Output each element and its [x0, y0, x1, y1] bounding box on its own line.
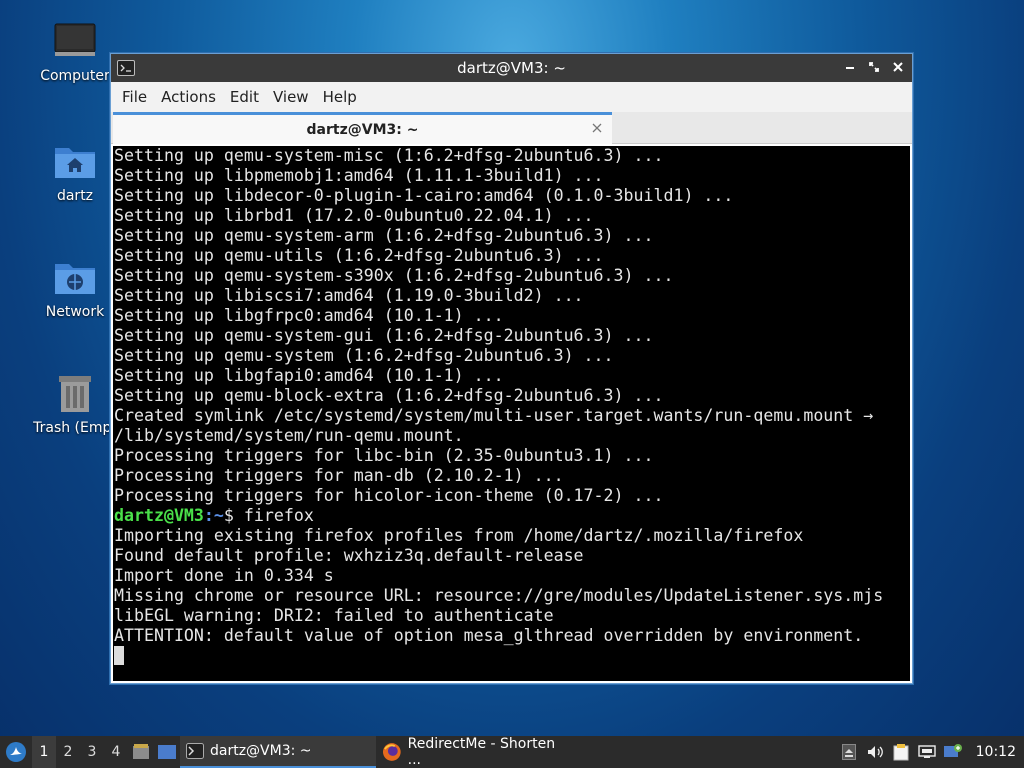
volume-button[interactable] — [862, 736, 888, 768]
task-label: RedirectMe - Shorten ... — [407, 736, 556, 768]
minimize-icon — [846, 67, 854, 69]
trash-icon — [53, 372, 97, 416]
tab-label: dartz@VM3: ~ — [306, 121, 419, 138]
terminal-line: ATTENTION: default value of option mesa_… — [114, 626, 864, 645]
terminal-line: Setting up libpmemobj1:amd64 (1.11.1-3bu… — [114, 166, 604, 185]
file-manager-launcher[interactable] — [128, 736, 154, 768]
terminal-line: Setting up libgfapi0:amd64 (10.1-1) ... — [114, 366, 504, 385]
tab-terminal[interactable]: dartz@VM3: ~ — [113, 112, 612, 144]
firefox-icon — [382, 743, 401, 761]
terminal-line: Import done in 0.334 s — [114, 566, 334, 585]
terminal-line: Setting up qemu-system (1:6.2+dfsg-2ubun… — [114, 346, 614, 365]
prompt-command: firefox — [243, 506, 314, 525]
terminal-line: Setting up qemu-system-s390x (1:6.2+dfsg… — [114, 266, 674, 285]
terminal-window: dartz@VM3: ~ File Actions Edit View Help… — [110, 53, 913, 684]
lubuntu-logo-icon — [6, 742, 26, 762]
restore-icon — [869, 62, 879, 72]
volume-icon — [867, 746, 883, 758]
terminal-line: Processing triggers for hicolor-icon-the… — [114, 486, 664, 505]
terminal-line: Setting up qemu-block-extra (1:6.2+dfsg-… — [114, 386, 664, 405]
eject-icon — [841, 744, 856, 760]
network-status-button[interactable] — [914, 736, 940, 768]
task-terminal[interactable]: dartz@VM3: ~ — [180, 736, 376, 768]
file-manager-icon — [133, 744, 149, 759]
desktop-icon-label: Network — [45, 304, 105, 320]
menu-file[interactable]: File — [115, 84, 154, 110]
terminal-line: Setting up qemu-utils (1:6.2+dfsg-2ubunt… — [114, 246, 604, 265]
terminal-line: Setting up qemu-system-gui (1:6.2+dfsg-2… — [114, 326, 654, 345]
terminal-line: Setting up qemu-system-arm (1:6.2+dfsg-2… — [114, 226, 654, 245]
tab-close-icon[interactable] — [590, 121, 604, 135]
home-folder-icon — [53, 140, 97, 184]
terminal-icon — [186, 743, 204, 759]
update-notifier-icon — [943, 744, 962, 757]
workspace-1[interactable]: 1 — [32, 736, 56, 768]
clipboard-icon — [893, 744, 909, 761]
terminal-line: Setting up librbd1 (17.2.0-0ubuntu0.22.0… — [114, 206, 594, 225]
clock[interactable]: 10:12 — [976, 744, 1016, 760]
computer-icon — [53, 20, 97, 64]
terminal-line: Importing existing firefox profiles from… — [114, 526, 804, 545]
terminal-line: Found default profile: wxhziz3q.default-… — [114, 546, 584, 565]
terminal-line: Processing triggers for man-db (2.10.2-1… — [114, 466, 564, 485]
desktop-icon-label: Trash (Empt — [33, 420, 117, 436]
workspace-2[interactable]: 2 — [56, 736, 80, 768]
workspace-3[interactable]: 3 — [80, 736, 104, 768]
menu-help[interactable]: Help — [316, 84, 364, 110]
terminal-line: Setting up libiscsi7:amd64 (1.19.0-3buil… — [114, 286, 584, 305]
terminal-cursor — [114, 646, 124, 665]
prompt-path: :~ — [203, 506, 224, 525]
terminal-line: Setting up qemu-system-misc (1:6.2+dfsg-… — [114, 146, 664, 165]
terminal-line: Processing triggers for libc-bin (2.35-0… — [114, 446, 654, 465]
show-desktop-button[interactable] — [154, 736, 180, 768]
update-notifier-button[interactable] — [940, 736, 966, 768]
clipboard-button[interactable] — [888, 736, 914, 768]
desktop-icon-label: dartz — [56, 188, 94, 204]
menu-edit[interactable]: Edit — [223, 84, 266, 110]
terminal-line: Setting up libgfrpc0:amd64 (10.1-1) ... — [114, 306, 504, 325]
window-titlebar[interactable]: dartz@VM3: ~ — [111, 54, 912, 82]
network-icon — [917, 745, 936, 758]
minimize-button[interactable] — [842, 59, 858, 75]
terminal-prompt-line: dartz@VM3:~$ firefox — [114, 506, 910, 526]
menu-actions[interactable]: Actions — [154, 84, 223, 110]
prompt-symbol: $ — [223, 506, 244, 525]
terminal-line: Setting up libdecor-0-plugin-1-cairo:amd… — [114, 186, 734, 205]
terminal-output[interactable]: Setting up qemu-system-misc (1:6.2+dfsg-… — [113, 146, 910, 681]
menu-view[interactable]: View — [266, 84, 316, 110]
desktop-icon-label: Computer — [40, 68, 110, 84]
maximize-button[interactable] — [866, 59, 882, 75]
terminal-line: libEGL warning: DRI2: failed to authenti… — [114, 606, 554, 625]
network-folder-icon — [53, 256, 97, 300]
task-firefox[interactable]: RedirectMe - Shorten ... — [376, 736, 576, 768]
tray-arrow-button[interactable] — [836, 736, 862, 768]
task-label: dartz@VM3: ~ — [210, 743, 312, 759]
workspace-4[interactable]: 4 — [104, 736, 128, 768]
terminal-line: Created symlink /etc/systemd/system/mult… — [114, 406, 874, 425]
close-button[interactable] — [890, 59, 906, 75]
terminal-line: /lib/systemd/system/run-qemu.mount. — [114, 426, 464, 445]
close-icon — [893, 62, 903, 72]
window-title: dartz@VM3: ~ — [457, 59, 566, 77]
menu-bar: File Actions Edit View Help — [111, 82, 912, 112]
terminal-icon — [117, 60, 135, 76]
tab-bar: dartz@VM3: ~ — [111, 112, 912, 144]
start-menu-button[interactable] — [0, 736, 32, 768]
terminal-line: Missing chrome or resource URL: resource… — [114, 586, 884, 605]
taskbar: 1 2 3 4 dartz@VM3: ~ RedirectMe - Shorte… — [0, 736, 1024, 768]
terminal-cursor-line — [114, 646, 910, 666]
prompt-user-host: dartz@VM3 — [114, 506, 204, 525]
desktop-icon — [158, 745, 176, 759]
